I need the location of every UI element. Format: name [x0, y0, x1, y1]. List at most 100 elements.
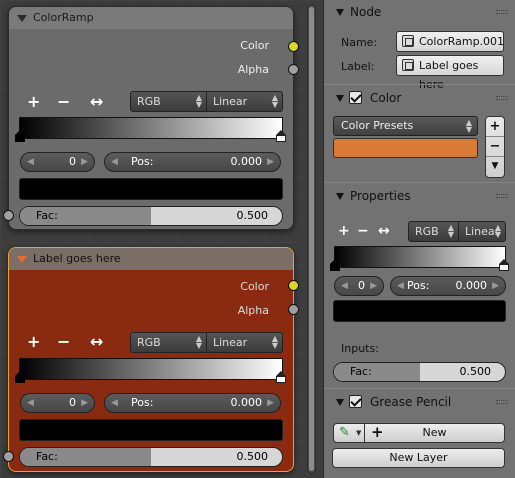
flip-ramp-button[interactable]: ↔	[90, 94, 103, 110]
fac-slider[interactable]: Fac: 0.500	[19, 206, 283, 226]
flip-ramp-button[interactable]: ↔	[378, 223, 390, 239]
fac-slider[interactable]: Fac: 0.500	[333, 362, 506, 382]
stop-index-value: 0	[69, 155, 76, 168]
stop-position-field[interactable]: ◀ Pos: 0.000 ▶	[104, 152, 281, 172]
color-mode-dropdown[interactable]: RGB ▲ ▼	[130, 91, 207, 112]
section-divider	[324, 182, 515, 183]
drag-grip-icon[interactable]	[496, 10, 508, 14]
section-divider	[324, 84, 515, 85]
remove-preset-button[interactable]: −	[486, 137, 504, 157]
increment-arrow-icon[interactable]: ▶	[370, 277, 377, 295]
active-stop-index-field[interactable]: ◀ 0 ▶	[334, 276, 384, 296]
node-header[interactable]: ColorRamp	[9, 7, 293, 29]
ramp-stop-white[interactable]	[276, 371, 287, 383]
collapse-arrow-icon[interactable]	[17, 15, 27, 22]
grease-pencil-enable-checkbox[interactable]	[349, 395, 362, 408]
add-stop-button[interactable]: +	[338, 223, 350, 239]
node-color-swatch[interactable]	[333, 138, 478, 158]
properties-section: Properties + − ↔ RGB ▲ ▼ Linear ▲ ▼ ◀ 0 ▶ …	[324, 184, 515, 388]
ramp-stop-black[interactable]	[15, 130, 26, 142]
drag-grip-icon[interactable]	[496, 96, 508, 100]
editor-vertical-scrollbar[interactable]	[307, 4, 316, 474]
node-section: Node Name: ColorRamp.001 Label: Label go…	[324, 0, 515, 91]
ramp-stop-white[interactable]	[499, 259, 510, 271]
expand-arrow-icon[interactable]	[336, 9, 344, 16]
expand-arrow-icon[interactable]	[336, 193, 344, 200]
node-editor[interactable]: ColorRamp Color Alpha + − ↔ RGB ▲ ▼ Linea…	[0, 0, 320, 478]
drag-grip-icon[interactable]	[496, 400, 508, 404]
ramp-stop-black[interactable]	[330, 259, 341, 271]
decrement-arrow-icon[interactable]: ◀	[397, 277, 404, 295]
node-section-header[interactable]: Node	[324, 0, 515, 24]
drag-grip-icon[interactable]	[496, 194, 508, 198]
flip-ramp-button[interactable]: ↔	[90, 334, 103, 350]
updown-arrows-icon: ▲ ▼	[465, 118, 472, 134]
color-presets-dropdown[interactable]: Color Presets ▲ ▼	[333, 116, 478, 136]
decrement-arrow-icon[interactable]: ◀	[111, 394, 118, 412]
remove-stop-button[interactable]: −	[57, 94, 70, 110]
active-stop-index-field[interactable]: ◀ 0 ▶	[20, 393, 95, 413]
new-grease-pencil-button[interactable]: + New	[364, 423, 505, 443]
preset-menu-button[interactable]: ▼	[486, 157, 504, 177]
ramp-stop-white[interactable]	[276, 130, 287, 142]
stop-position-field[interactable]: ◀ Pos: 0.000 ▶	[390, 276, 506, 296]
updown-arrows-icon: ▲ ▼	[271, 334, 278, 350]
node-label-field[interactable]: Label goes here	[396, 55, 504, 91]
stop-color-swatch[interactable]	[333, 300, 506, 322]
add-stop-button[interactable]: +	[27, 94, 40, 110]
remove-stop-button[interactable]: −	[57, 334, 70, 350]
stop-color-swatch[interactable]	[19, 419, 283, 441]
pos-value: 0.000	[230, 396, 263, 409]
stop-position-field[interactable]: ◀ Pos: 0.000 ▶	[104, 393, 281, 413]
active-stop-index-field[interactable]: ◀ 0 ▶	[20, 152, 95, 172]
color-presets-value: Color Presets	[341, 119, 414, 132]
increment-arrow-icon[interactable]: ▶	[267, 153, 274, 171]
add-stop-button[interactable]: +	[27, 334, 40, 350]
add-preset-button[interactable]: +	[486, 117, 504, 137]
collapse-arrow-icon[interactable]	[17, 256, 27, 263]
color-mode-dropdown[interactable]: RGB ▲ ▼	[408, 221, 459, 242]
color-ramp-gradient[interactable]	[15, 117, 286, 142]
expand-arrow-icon[interactable]	[336, 95, 344, 102]
color-output-socket[interactable]	[288, 280, 299, 291]
decrement-arrow-icon[interactable]: ◀	[341, 277, 348, 295]
increment-arrow-icon[interactable]: ▶	[81, 394, 88, 412]
decrement-arrow-icon[interactable]: ◀	[27, 153, 34, 171]
interpolation-dropdown[interactable]: Linear ▲ ▼	[206, 91, 283, 112]
interpolation-dropdown[interactable]: Linear ▲ ▼	[206, 332, 283, 353]
alpha-output-socket[interactable]	[288, 304, 299, 315]
expand-arrow-icon[interactable]	[336, 399, 344, 406]
fac-value: 0.500	[236, 450, 269, 463]
remove-stop-button[interactable]: −	[357, 223, 369, 239]
color-output-socket[interactable]	[288, 41, 299, 52]
node-icon	[402, 35, 414, 47]
color-section-header[interactable]: Color	[324, 86, 515, 110]
increment-arrow-icon[interactable]: ▶	[267, 394, 274, 412]
color-enable-checkbox[interactable]	[349, 91, 362, 104]
ramp-stop-black[interactable]	[15, 371, 26, 383]
color-ramp-gradient[interactable]	[330, 246, 509, 271]
scrollbar-thumb[interactable]	[309, 7, 314, 471]
fac-input-socket[interactable]	[3, 451, 14, 462]
increment-arrow-icon[interactable]: ▶	[81, 153, 88, 171]
fac-slider[interactable]: Fac: 0.500	[19, 447, 283, 467]
alpha-output-socket[interactable]	[288, 64, 299, 75]
decrement-arrow-icon[interactable]: ◀	[111, 153, 118, 171]
node-name-field[interactable]: ColorRamp.001	[396, 31, 504, 52]
color-mode-dropdown[interactable]: RGB ▲ ▼	[130, 332, 207, 353]
stop-color-swatch[interactable]	[19, 178, 283, 200]
colorramp-node-custom[interactable]: Label goes here Color Alpha + − ↔ RGB ▲ ▼…	[3, 247, 299, 472]
fac-input-socket[interactable]	[3, 210, 14, 221]
colorramp-node[interactable]: ColorRamp Color Alpha + − ↔ RGB ▲ ▼ Linea…	[3, 6, 299, 230]
stop-index-value: 0	[69, 396, 76, 409]
inputs-label: Inputs:	[341, 342, 379, 355]
increment-arrow-icon[interactable]: ▶	[492, 277, 499, 295]
node-header[interactable]: Label goes here	[9, 248, 293, 270]
new-layer-button[interactable]: New Layer	[332, 448, 505, 468]
interpolation-dropdown[interactable]: Linear ▲ ▼	[458, 221, 506, 242]
fac-value: 0.500	[459, 365, 492, 378]
color-ramp-gradient[interactable]	[15, 358, 286, 383]
properties-section-header[interactable]: Properties	[324, 184, 515, 208]
decrement-arrow-icon[interactable]: ◀	[27, 394, 34, 412]
grease-pencil-section-header[interactable]: Grease Pencil	[324, 390, 515, 414]
